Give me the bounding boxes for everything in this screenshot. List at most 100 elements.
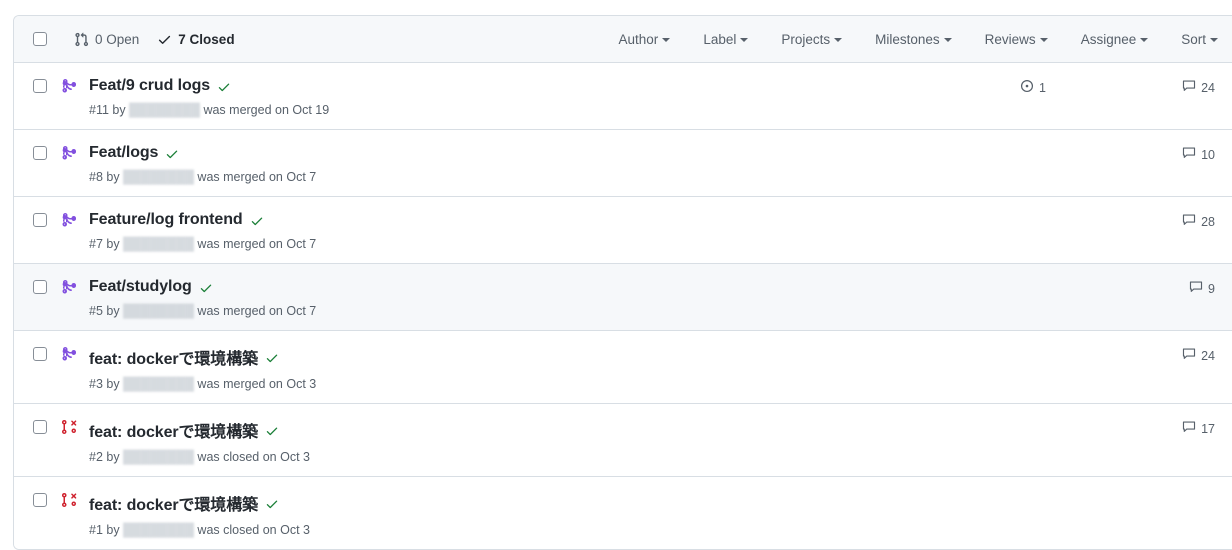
author-name-redacted: ████████ bbox=[123, 170, 194, 184]
row-select-checkbox[interactable] bbox=[33, 79, 47, 93]
row-counters: 17 bbox=[1006, 418, 1218, 437]
row-select-checkbox[interactable] bbox=[33, 493, 47, 507]
row-select-checkbox[interactable] bbox=[33, 280, 47, 294]
row-content: Feat/logs #8 by ████████ was merged on Oc… bbox=[89, 144, 1006, 184]
pull-request-action-text: was merged on Oct 7 bbox=[197, 170, 317, 184]
pull-request-row[interactable]: Feat/logs #8 by ████████ was merged on Oc… bbox=[14, 130, 1232, 197]
filter-open-pull-requests[interactable]: 0 Open bbox=[74, 32, 139, 47]
by-label: by bbox=[106, 523, 120, 537]
filter-projects-label: Projects bbox=[781, 31, 831, 47]
comment-count[interactable]: 10 bbox=[1182, 146, 1215, 163]
row-content: feat: dockerで環境構築 #3 by ████████ was merg… bbox=[89, 345, 1006, 391]
linked-items-slot: 1 bbox=[1006, 79, 1156, 96]
comment-count[interactable]: 24 bbox=[1182, 79, 1215, 96]
by-label: by bbox=[106, 170, 120, 184]
select-all-checkbox[interactable] bbox=[33, 32, 47, 46]
row-counters: 24 bbox=[1006, 345, 1218, 364]
row-title-line: Feature/log frontend bbox=[89, 211, 1006, 229]
chevron-down-icon bbox=[662, 38, 671, 42]
filter-milestones-dropdown[interactable]: Milestones bbox=[875, 30, 952, 49]
comment-count[interactable]: 24 bbox=[1182, 347, 1215, 364]
pull-request-title-link[interactable]: Feat/9 crud logs bbox=[89, 77, 210, 95]
comment-count[interactable]: 28 bbox=[1182, 213, 1215, 230]
linked-items-value: 1 bbox=[1039, 80, 1046, 95]
state-filters: 0 Open 7 Closed bbox=[33, 32, 235, 47]
filter-author-dropdown[interactable]: Author bbox=[619, 30, 671, 49]
comment-icon bbox=[1189, 280, 1203, 297]
pull-request-title-link[interactable]: Feat/studylog bbox=[89, 278, 192, 296]
row-counters: 10 bbox=[1006, 144, 1218, 163]
check-icon bbox=[199, 280, 213, 295]
pull-request-metadata: #5 by ████████ was merged on Oct 7 bbox=[89, 304, 1006, 318]
pull-request-row[interactable]: feat: dockerで環境構築 #1 by ████████ was clos… bbox=[14, 477, 1232, 549]
row-select-checkbox[interactable] bbox=[33, 213, 47, 227]
row-content: feat: dockerで環境構築 #2 by ████████ was clos… bbox=[89, 418, 1006, 464]
pull-request-icon bbox=[74, 32, 89, 47]
pull-request-action-text: was merged on Oct 3 bbox=[197, 377, 317, 391]
pull-request-title-link[interactable]: Feat/logs bbox=[89, 144, 158, 162]
filter-milestones-label: Milestones bbox=[875, 31, 940, 47]
pull-request-list-container: 0 Open 7 Closed Author Label Projects Mi… bbox=[13, 15, 1232, 550]
filter-assignee-label: Assignee bbox=[1080, 31, 1137, 47]
pull-request-number: #7 bbox=[89, 237, 103, 251]
comment-icon bbox=[1182, 347, 1196, 364]
pull-request-metadata: #2 by ████████ was closed on Oct 3 bbox=[89, 450, 1006, 464]
pull-request-row[interactable]: Feat/studylog #5 by ████████ was merged o… bbox=[14, 264, 1232, 331]
row-content: Feat/studylog #5 by ████████ was merged o… bbox=[89, 278, 1006, 318]
row-checkbox-wrapper bbox=[33, 144, 47, 160]
linked-items-count[interactable]: 1 bbox=[1020, 79, 1046, 96]
chevron-down-icon bbox=[1140, 38, 1149, 42]
author-name-redacted: ████████ bbox=[123, 523, 194, 537]
comment-icon bbox=[1182, 213, 1196, 230]
row-select-checkbox[interactable] bbox=[33, 146, 47, 160]
row-content: Feat/9 crud logs #11 by ████████ was merg… bbox=[89, 77, 1006, 117]
filter-label-dropdown[interactable]: Label bbox=[703, 30, 749, 49]
pull-request-row[interactable]: feat: dockerで環境構築 #2 by ████████ was clos… bbox=[14, 404, 1232, 477]
comment-icon bbox=[1182, 420, 1196, 437]
row-title-line: Feat/9 crud logs bbox=[89, 77, 1006, 95]
filter-closed-pull-requests[interactable]: 7 Closed bbox=[157, 32, 235, 47]
comment-count-value: 10 bbox=[1201, 147, 1215, 162]
author-name-redacted: ████████ bbox=[123, 450, 194, 464]
author-name-redacted: ████████ bbox=[129, 103, 200, 117]
pull-request-row[interactable]: Feature/log frontend #7 by ████████ was m… bbox=[14, 197, 1232, 264]
comment-count-value: 9 bbox=[1208, 281, 1215, 296]
check-icon bbox=[265, 350, 279, 365]
pull-request-row[interactable]: feat: dockerで環境構築 #3 by ████████ was merg… bbox=[14, 331, 1232, 404]
filter-projects-dropdown[interactable]: Projects bbox=[781, 30, 843, 49]
author-name-redacted: ████████ bbox=[123, 304, 194, 318]
pull-request-title-link[interactable]: feat: dockerで環境構築 bbox=[89, 491, 258, 515]
issue-opened-icon bbox=[1020, 79, 1034, 96]
pull-request-title-link[interactable]: Feature/log frontend bbox=[89, 211, 243, 229]
pull-request-title-link[interactable]: feat: dockerで環境構築 bbox=[89, 418, 258, 442]
pull-request-title-link[interactable]: feat: dockerで環境構築 bbox=[89, 345, 258, 369]
row-title-line: feat: dockerで環境構築 bbox=[89, 418, 1006, 442]
by-label: by bbox=[106, 377, 120, 391]
filter-sort-dropdown[interactable]: Sort bbox=[1181, 30, 1218, 49]
author-name-redacted: ████████ bbox=[123, 237, 194, 251]
comment-count[interactable]: 17 bbox=[1182, 420, 1215, 437]
row-title-line: feat: dockerで環境構築 bbox=[89, 345, 1006, 369]
row-counters: 9 bbox=[1006, 278, 1218, 297]
filter-author-label: Author bbox=[618, 31, 659, 47]
row-content: feat: dockerで環境構築 #1 by ████████ was clos… bbox=[89, 491, 1006, 537]
comment-count[interactable]: 9 bbox=[1189, 280, 1215, 297]
comments-slot: 28 bbox=[1156, 213, 1218, 230]
git-merge-icon bbox=[60, 278, 78, 295]
row-title-line: feat: dockerで環境構築 bbox=[89, 491, 1006, 515]
filter-sort-label: Sort bbox=[1181, 31, 1206, 47]
filter-assignee-dropdown[interactable]: Assignee bbox=[1081, 30, 1149, 49]
filter-reviews-dropdown[interactable]: Reviews bbox=[985, 30, 1048, 49]
check-icon bbox=[265, 423, 279, 438]
pull-request-metadata: #7 by ████████ was merged on Oct 7 bbox=[89, 237, 1006, 251]
pull-request-metadata: #11 by ████████ was merged on Oct 19 bbox=[89, 103, 1006, 117]
pull-request-row[interactable]: Feat/9 crud logs #11 by ████████ was merg… bbox=[14, 63, 1232, 130]
row-title-line: Feat/logs bbox=[89, 144, 1006, 162]
row-select-checkbox[interactable] bbox=[33, 347, 47, 361]
row-select-checkbox[interactable] bbox=[33, 420, 47, 434]
git-merge-icon bbox=[60, 77, 78, 94]
git-pull-request-closed-icon bbox=[60, 418, 78, 435]
comments-slot: 9 bbox=[1156, 280, 1218, 297]
pull-request-number: #11 bbox=[89, 103, 109, 117]
row-checkbox-wrapper bbox=[33, 77, 47, 93]
